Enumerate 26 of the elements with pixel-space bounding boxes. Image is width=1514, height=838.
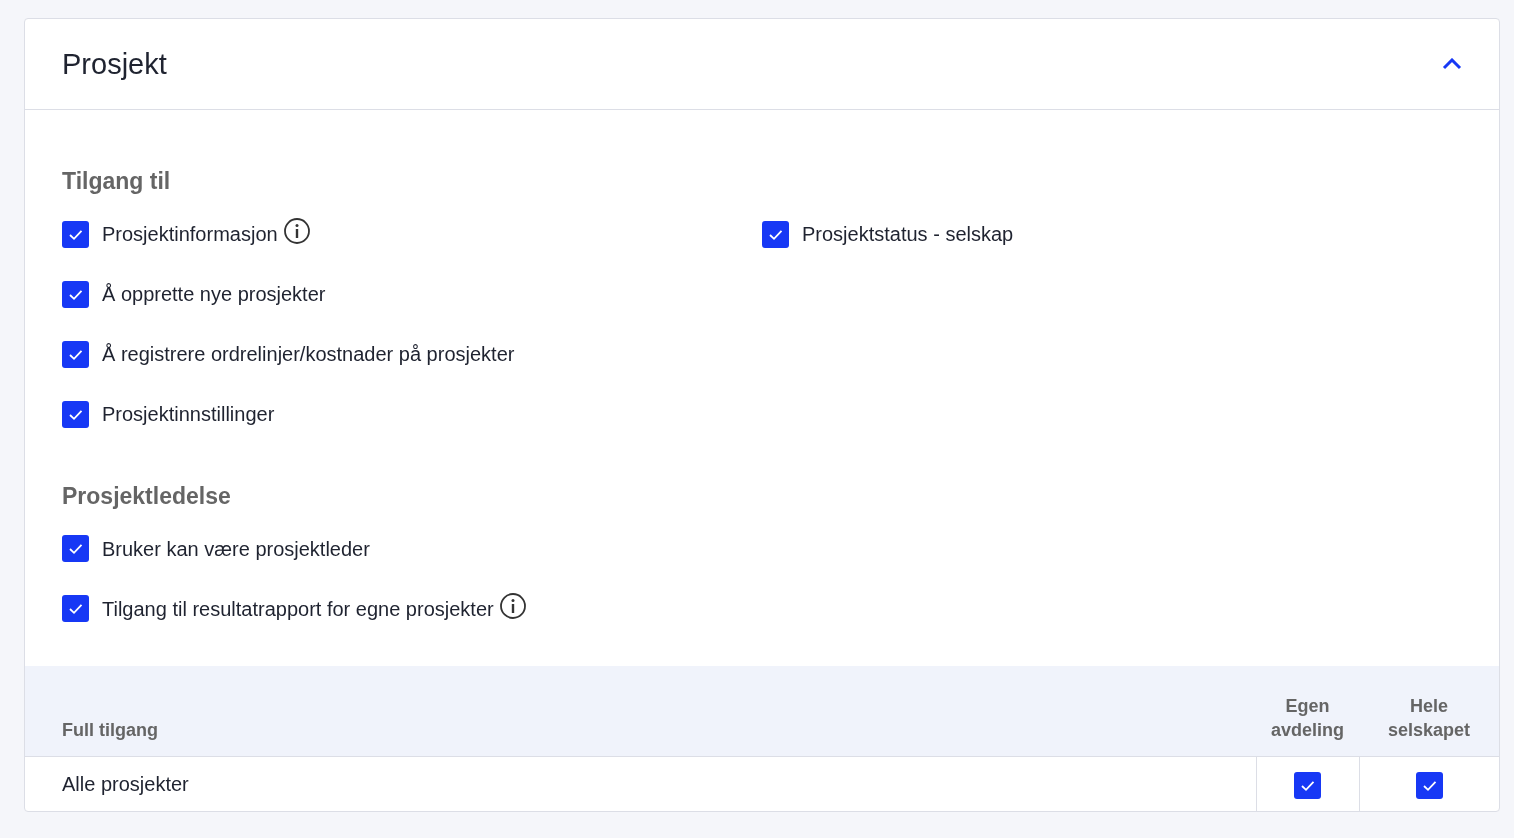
checkbox[interactable]: [62, 280, 89, 308]
checkbox-label[interactable]: Prosjektinformasjon: [102, 219, 278, 250]
checkbox[interactable]: [1294, 772, 1321, 800]
info-icon[interactable]: [282, 217, 311, 246]
checkbox[interactable]: [62, 340, 89, 368]
checkbox-label[interactable]: Å registrere ordrelinjer/kostnader på prosjekter: [102, 339, 515, 370]
checkbox[interactable]: [1415, 772, 1443, 800]
checkbox[interactable]: [62, 220, 89, 248]
checkbox-label[interactable]: Bruker kan være prosjektleder: [102, 533, 370, 564]
column-header: Egen avdeling: [1270, 695, 1345, 742]
row-label: Alle prosjekter: [62, 772, 189, 795]
section-heading: Tilgang til: [62, 168, 172, 196]
column-header: Full tilgang: [62, 718, 158, 742]
checkbox-label[interactable]: Prosjektinnstillinger: [102, 399, 275, 430]
checkbox-label[interactable]: Å opprette nye prosjekter: [102, 279, 326, 310]
checkbox[interactable]: [762, 220, 789, 248]
checkbox-label[interactable]: Prosjektstatus - selskap: [802, 219, 1014, 250]
checkbox[interactable]: [62, 400, 89, 428]
panel-title: Prosjekt: [62, 46, 167, 82]
checkbox[interactable]: [62, 535, 89, 563]
info-icon[interactable]: [498, 591, 527, 620]
section-heading: Prosjektledelse: [62, 482, 232, 511]
checkbox-label[interactable]: Tilgang til resultatrapport for egne prosjekter: [102, 593, 494, 624]
chevron-up-icon[interactable]: [1442, 58, 1462, 70]
checkbox[interactable]: [62, 595, 89, 623]
column-header: Hele selskapet: [1386, 695, 1472, 742]
